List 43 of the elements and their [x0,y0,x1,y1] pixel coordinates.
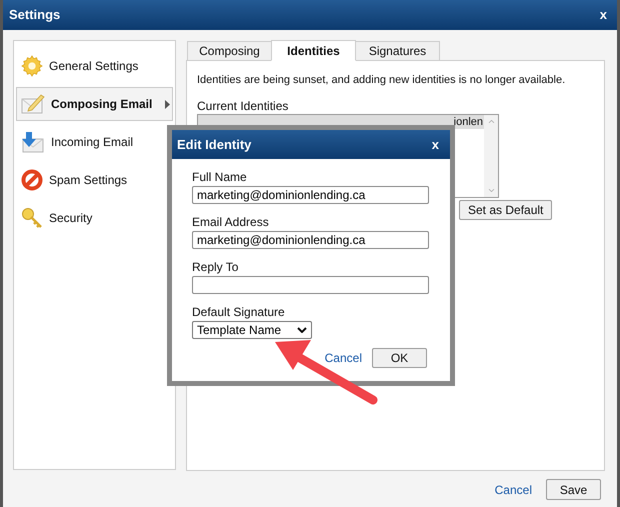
field-label: Email Address [192,215,270,229]
dialog-cancel-link[interactable]: Cancel [324,349,362,367]
sidebar-item[interactable]: Composing Email [16,87,173,121]
sidebar-label: Incoming Email [51,134,134,151]
field-label: Default Signature [192,305,286,319]
text-field[interactable] [192,276,429,294]
window-title: Settings [9,6,60,24]
section-label: Current Identities [197,99,290,113]
gear-icon [21,55,43,77]
sidebar-item[interactable]: Security [16,201,173,235]
dropdown-value: Template Name [197,322,282,339]
tab[interactable]: Identities [271,40,356,61]
sidebar-label: Spam Settings [49,172,128,189]
chevron-down-icon [297,327,307,333]
dialog-title: Edit Identity [177,136,252,154]
close-button[interactable]: x [600,5,607,25]
signature-dropdown[interactable]: Template Name [192,321,312,339]
scroll-down-icon [486,186,496,195]
caret-icon [165,100,170,108]
text-field[interactable]: marketing@dominionlending.ca [192,186,429,204]
scroll-up-icon [486,117,496,126]
sidebar-item[interactable]: Incoming Email [16,125,173,159]
field-label: Reply To [192,260,240,274]
sidebar-item[interactable]: Spam Settings [16,163,173,197]
field-label: Full Name [192,170,248,184]
dialog-close-button[interactable]: x [432,134,439,154]
notice-text: Identities are being sunset, and adding new identities is no longer available. [197,73,566,87]
scrollbar[interactable] [484,115,498,197]
save-button[interactable]: Save [546,479,601,500]
ok-button[interactable]: OK [372,348,427,368]
envelope-down-arrow-icon [21,131,45,153]
sidebar-label: Security [49,210,94,227]
no-entry-icon [21,169,43,191]
envelope-pencil-icon [21,94,45,114]
text-field[interactable]: marketing@dominionlending.ca [192,231,429,249]
set-default-button[interactable]: Set as Default [459,200,552,220]
sidebar-label: Composing Email [51,96,154,113]
sidebar-item[interactable]: General Settings [16,49,173,83]
tab[interactable]: Signatures [355,41,440,61]
sidebar-label: General Settings [49,58,140,75]
tab[interactable]: Composing [187,41,272,61]
cancel-link[interactable]: Cancel [494,480,532,498]
key-icon [21,207,43,229]
